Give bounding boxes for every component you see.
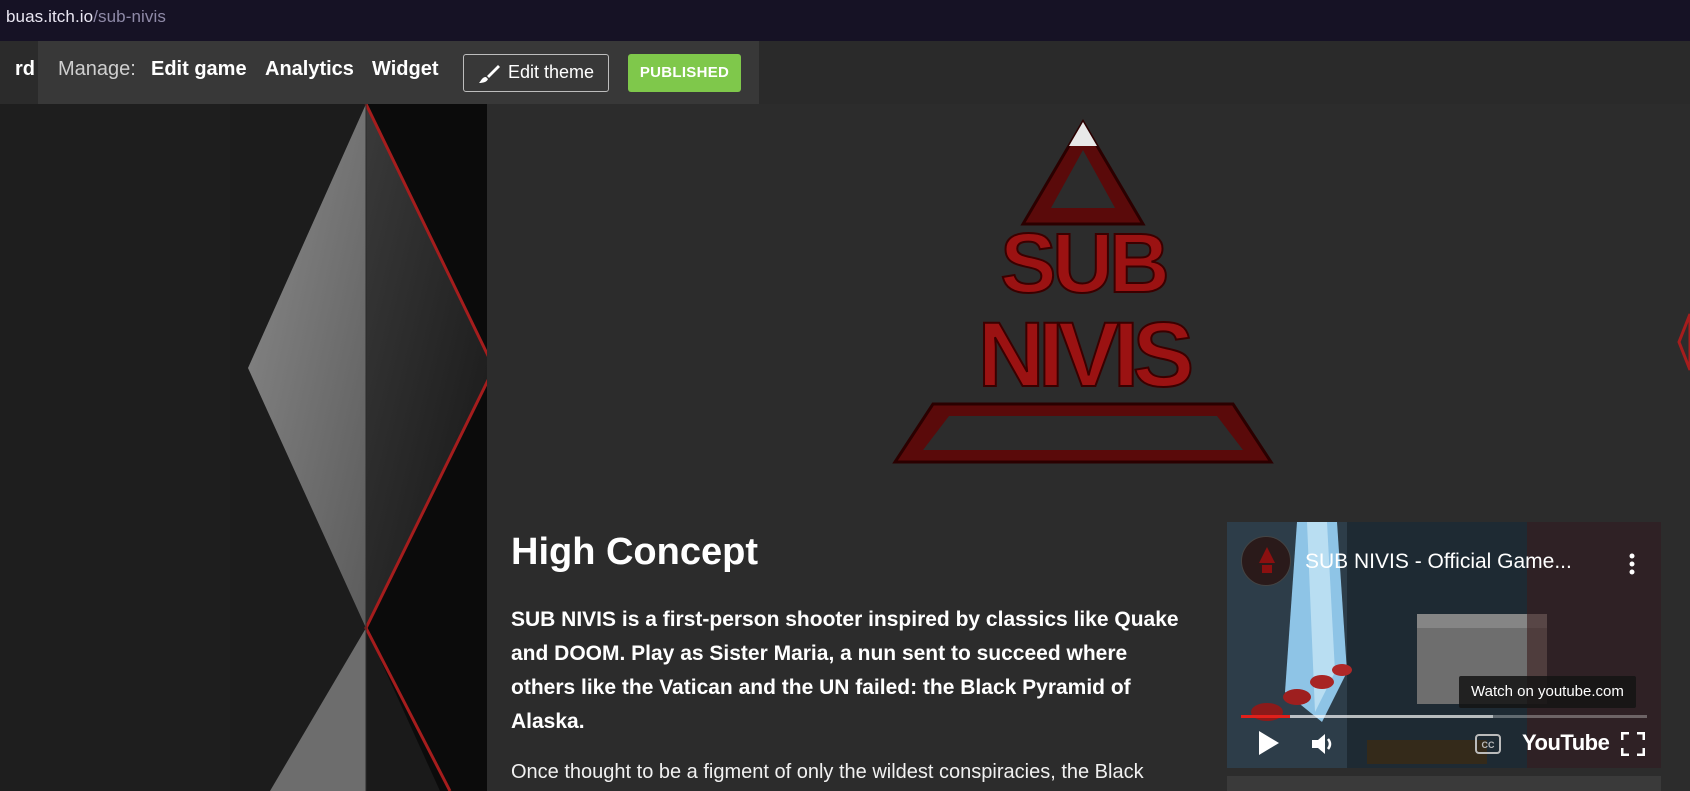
play-icon[interactable] <box>1257 730 1281 756</box>
sub-nivis-logo: SUB NIVIS <box>892 119 1274 464</box>
diamond-decoration <box>0 104 487 791</box>
manage-bar: rd Manage: Edit game Analytics Widget Ed… <box>0 41 759 104</box>
logo-line-sub: SUB <box>1000 216 1166 310</box>
closed-captions-icon[interactable]: CC <box>1475 734 1501 754</box>
dashboard-link[interactable]: rd <box>0 41 38 104</box>
channel-avatar[interactable] <box>1241 536 1291 586</box>
watch-on-youtube-link[interactable]: Watch on youtube.com <box>1459 676 1636 708</box>
video-progress-track[interactable] <box>1241 715 1647 718</box>
paintbrush-icon <box>479 65 500 83</box>
logo-line-nivis: NIVIS <box>978 304 1191 406</box>
game-page-content: SUB NIVIS High Concept SUB NIVIS is a fi… <box>487 104 1690 791</box>
address-bar[interactable]: buas.itch.io/sub-nivis <box>0 0 1690 41</box>
fullscreen-icon[interactable] <box>1621 732 1645 756</box>
youtube-logo[interactable]: YouTube <box>1522 730 1610 756</box>
channel-logo-icon <box>1259 547 1275 573</box>
svg-text:CC: CC <box>1482 740 1495 750</box>
widget-link[interactable]: Widget <box>372 58 438 81</box>
edit-theme-button[interactable]: Edit theme <box>463 54 609 92</box>
section-heading: High Concept <box>511 531 758 573</box>
next-embed-preview <box>1227 776 1661 791</box>
edit-game-link[interactable]: Edit game <box>151 58 247 81</box>
video-progress-bar <box>1241 715 1290 718</box>
edit-theme-label: Edit theme <box>508 62 595 82</box>
manage-label: Manage: <box>58 58 136 80</box>
video-title[interactable]: SUB NIVIS - Official Game... <box>1305 550 1572 574</box>
analytics-link[interactable]: Analytics <box>265 58 354 81</box>
url-text[interactable]: buas.itch.io/sub-nivis <box>6 7 166 27</box>
more-options-icon[interactable] <box>1627 552 1637 576</box>
body-paragraph: Once thought to be a figment of only the… <box>511 761 1144 783</box>
published-status-button[interactable]: PUBLISHED <box>628 54 741 92</box>
lead-paragraph: SUB NIVIS is a first-person shooter insp… <box>511 608 1179 733</box>
youtube-embed[interactable]: SUB NIVIS - Official Game... Watch on yo… <box>1227 522 1661 768</box>
background-art <box>0 104 487 791</box>
volume-icon[interactable] <box>1311 732 1337 756</box>
